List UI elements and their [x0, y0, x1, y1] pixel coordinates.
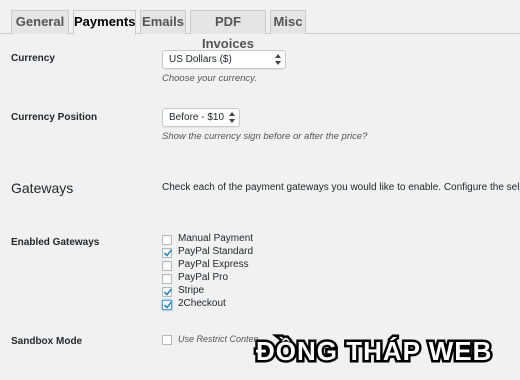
select-arrows-icon	[275, 54, 281, 65]
currency-label: Currency	[11, 53, 55, 64]
tab-payments[interactable]: Payments	[73, 10, 136, 35]
checkbox[interactable]	[162, 274, 172, 284]
gateway-label: PayPal Standard	[178, 246, 254, 257]
tab-pdf-invoices[interactable]: PDF Invoices	[190, 10, 266, 51]
tab-misc[interactable]: Misc	[270, 10, 306, 34]
gateway-label: Manual Payment	[178, 233, 254, 244]
checkmark-icon	[163, 288, 173, 296]
svg-text:ĐỒNG THÁP WEB: ĐỒNG THÁP WEB	[256, 336, 492, 366]
currency-description: Choose your currency.	[162, 73, 257, 84]
currency-position-description: Show the currency sign before or after t…	[162, 131, 368, 142]
currency-position-label: Currency Position	[11, 112, 98, 123]
gateways-heading: Gateways	[11, 180, 74, 196]
checkbox[interactable]	[162, 235, 172, 245]
currency-select-value: US Dollars ($)	[169, 54, 232, 65]
sandbox-checkbox[interactable]	[162, 335, 172, 345]
checkmark-icon	[163, 249, 173, 257]
checkbox[interactable]	[162, 261, 172, 271]
checkbox[interactable]	[162, 248, 173, 258]
gateway-label: PayPal Express	[178, 259, 249, 270]
gateways-intro: Check each of the payment gateways you w…	[162, 182, 520, 193]
settings-tabs: General Payments Emails PDF Invoices Mis…	[0, 0, 520, 51]
sandbox-description: Use Restrict Conten	[178, 334, 259, 344]
gateway-label: Stripe	[178, 285, 205, 296]
tab-general[interactable]: General	[11, 10, 69, 34]
sandbox-mode-label: Sandbox Mode	[11, 336, 83, 347]
checkmark-icon	[163, 301, 173, 309]
tab-emails[interactable]: Emails	[140, 10, 186, 34]
gateway-label: 2Checkout	[178, 298, 226, 309]
watermark-logo: ĐỒNG THÁP WEB	[254, 334, 494, 369]
currency-position-select-value: Before - $10	[169, 112, 225, 123]
enabled-gateways-label: Enabled Gateways	[11, 237, 100, 248]
gateway-label: PayPal Pro	[178, 272, 229, 283]
select-arrows-icon	[229, 112, 235, 123]
currency-select[interactable]: US Dollars ($)	[162, 50, 286, 69]
checkbox[interactable]	[162, 300, 173, 310]
checkbox[interactable]	[162, 287, 173, 297]
currency-position-select[interactable]: Before - $10	[162, 108, 240, 127]
